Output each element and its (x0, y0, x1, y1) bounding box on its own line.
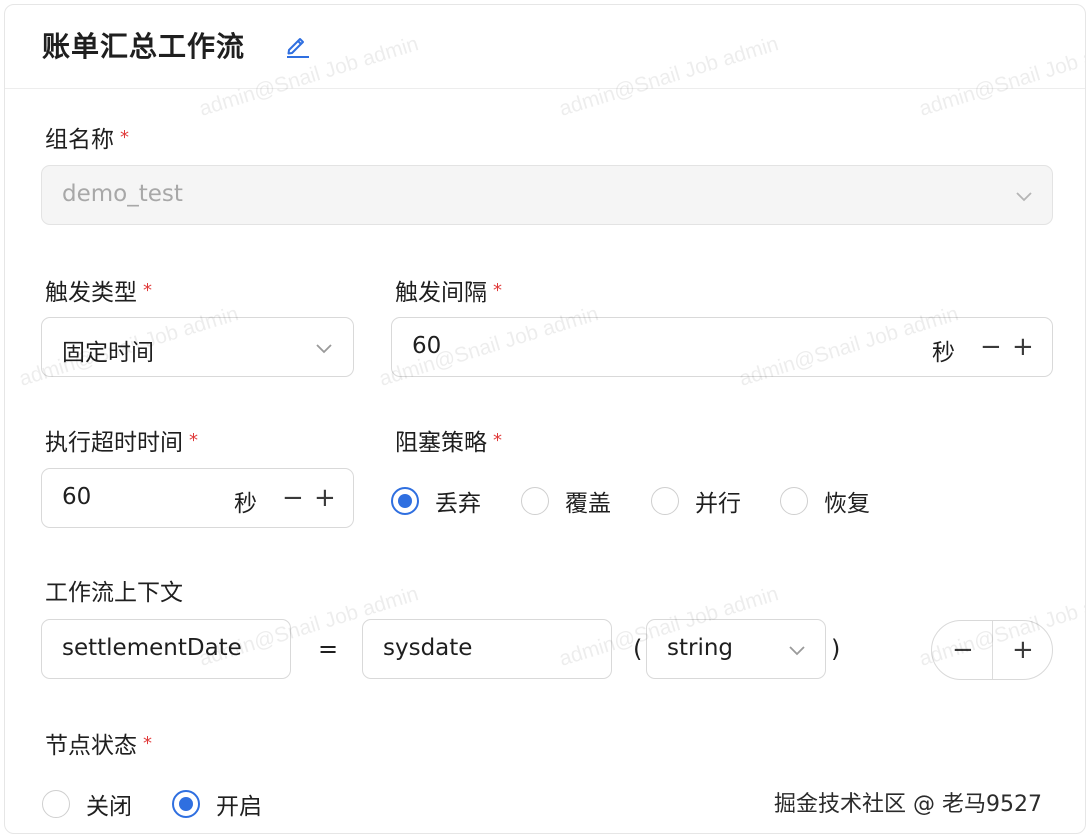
trigger-type-select[interactable]: 固定时间 (41, 317, 354, 377)
context-key-value: settlementDate (62, 635, 242, 661)
radio-recover[interactable]: 恢复 (780, 484, 870, 518)
required-mark: * (120, 127, 129, 148)
chevron-down-icon (1016, 192, 1032, 202)
source-credit: 掘金技术社区 @ 老马9527 (774, 792, 1042, 817)
block-strategy-label: 阻塞策略 * (395, 430, 502, 456)
context-type-value: string (667, 635, 734, 661)
context-row-controls: − + (931, 620, 1053, 680)
exec-timeout-input[interactable]: 60 秒 − + (41, 468, 354, 528)
increment-button[interactable]: + (1012, 334, 1034, 360)
radio-parallel[interactable]: 并行 (651, 484, 741, 518)
seconds-unit: 秒 (932, 340, 955, 366)
chevron-down-icon (789, 646, 805, 656)
increment-button[interactable]: + (314, 485, 336, 511)
required-mark: * (143, 280, 152, 301)
open-paren: ( (633, 635, 643, 663)
seconds-unit: 秒 (234, 491, 257, 517)
edit-icon[interactable] (283, 31, 311, 59)
group-name-label: 组名称 * (45, 127, 129, 153)
exec-timeout-label: 执行超时时间 * (45, 430, 198, 456)
radio-checked-icon (391, 487, 419, 515)
divider (992, 621, 993, 679)
context-value-input[interactable]: sysdate (362, 619, 612, 679)
trigger-interval-value: 60 (412, 333, 442, 359)
page-title: 账单汇总工作流 (42, 30, 246, 63)
required-mark: * (189, 430, 198, 451)
trigger-interval-input[interactable]: 60 秒 − + (391, 317, 1053, 377)
required-mark: * (143, 733, 152, 754)
radio-unchecked-icon (521, 487, 549, 515)
radio-discard[interactable]: 丢弃 (391, 484, 481, 518)
radio-checked-icon (172, 790, 200, 818)
radio-off[interactable]: 关闭 (42, 787, 132, 821)
decrement-button[interactable]: − (282, 485, 304, 511)
context-value-value: sysdate (383, 635, 473, 661)
trigger-type-value: 固定时间 (62, 340, 154, 366)
trigger-type-label: 触发类型 * (45, 280, 152, 306)
context-type-select[interactable]: string (646, 619, 826, 679)
decrement-button[interactable]: − (980, 334, 1002, 360)
context-key-input[interactable]: settlementDate (41, 619, 291, 679)
radio-overwrite[interactable]: 覆盖 (521, 484, 611, 518)
group-name-select[interactable]: demo_test (41, 165, 1053, 225)
workflow-form-panel: 账单汇总工作流 组名称 * demo_test 触发类型 * 固定时间 触发间隔 * … (4, 4, 1086, 834)
add-row-button[interactable]: + (1012, 637, 1034, 663)
remove-row-button[interactable]: − (952, 637, 974, 663)
trigger-interval-label: 触发间隔 * (395, 280, 502, 306)
close-paren: ) (831, 635, 841, 663)
chevron-down-icon (316, 344, 332, 354)
required-mark: * (493, 430, 502, 451)
exec-timeout-value: 60 (62, 484, 92, 510)
radio-unchecked-icon (780, 487, 808, 515)
workflow-context-label: 工作流上下文 (45, 580, 183, 606)
node-status-label: 节点状态 * (45, 733, 152, 759)
required-mark: * (493, 280, 502, 301)
radio-on[interactable]: 开启 (172, 787, 262, 821)
radio-unchecked-icon (651, 487, 679, 515)
group-name-value: demo_test (62, 181, 183, 207)
panel-header: 账单汇总工作流 (5, 5, 1085, 89)
equals-sign: = (318, 635, 339, 663)
radio-unchecked-icon (42, 790, 70, 818)
